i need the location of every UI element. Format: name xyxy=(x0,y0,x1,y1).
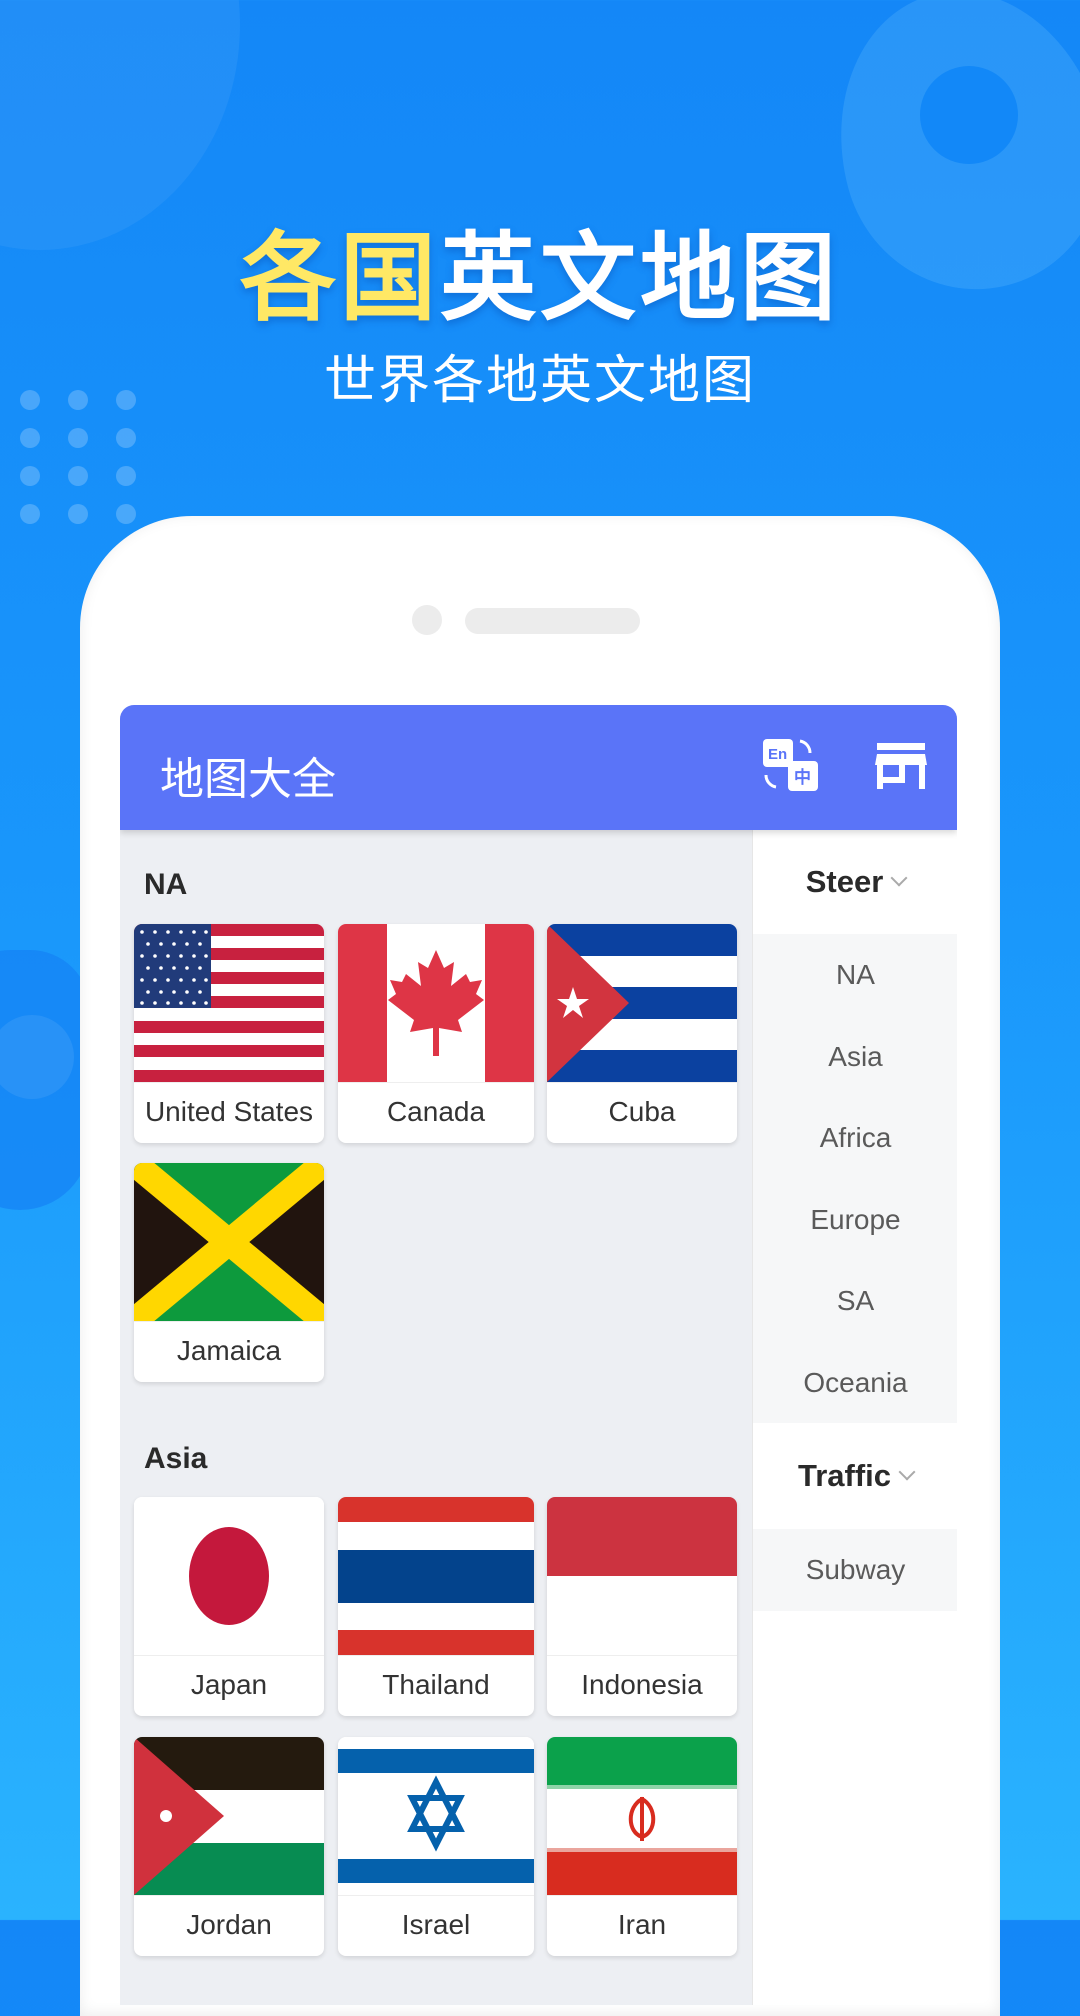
sidebar-item-europe[interactable]: Europe xyxy=(753,1178,957,1260)
sidebar-group-traffic[interactable]: Traffic xyxy=(753,1423,957,1529)
store-icon[interactable] xyxy=(875,743,927,789)
country-name: Jamaica xyxy=(134,1321,324,1382)
location-pin-hole-decoration xyxy=(920,66,1018,164)
sidebar-item-oceania[interactable]: Oceania xyxy=(753,1341,957,1423)
phone-camera xyxy=(412,605,442,635)
flag-canada-icon xyxy=(338,924,534,1082)
flag-iran-icon xyxy=(547,1737,737,1895)
sidebar-group-steer[interactable]: Steer xyxy=(753,830,957,934)
sidebar-item-africa[interactable]: Africa xyxy=(753,1097,957,1179)
country-card-jordan[interactable]: Jordan xyxy=(134,1737,324,1956)
sidebar-group-label: Traffic xyxy=(797,1458,892,1493)
translate-en-zh-icon[interactable]: En 中 xyxy=(762,737,822,795)
svg-text:中: 中 xyxy=(794,767,811,788)
chevron-down-icon xyxy=(898,1463,916,1481)
headline-accent-text: 各国 xyxy=(240,222,440,334)
country-name: Japan xyxy=(134,1655,324,1716)
flag-japan-icon xyxy=(134,1497,324,1655)
country-name: Jordan xyxy=(134,1895,324,1956)
country-card-canada[interactable]: Canada xyxy=(338,924,534,1143)
flag-israel-icon xyxy=(338,1737,534,1895)
app-screen: 地图大全 En 中 NA United States Canada Cuba J… xyxy=(120,705,957,2005)
chevron-down-icon xyxy=(890,869,908,887)
flag-thailand-icon xyxy=(338,1497,534,1655)
country-card-cuba[interactable]: Cuba xyxy=(547,924,737,1143)
flag-indonesia-icon xyxy=(547,1497,737,1655)
country-name: Indonesia xyxy=(547,1655,737,1716)
sidebar-item-subway[interactable]: Subway xyxy=(753,1529,957,1611)
phone-speaker xyxy=(465,608,640,634)
region-sidebar: Steer NA Asia Africa Europe SA Oceania T… xyxy=(752,830,957,2005)
flag-jamaica-icon xyxy=(134,1163,324,1321)
country-card-united-states[interactable]: United States xyxy=(134,924,324,1143)
country-list: NA United States Canada Cuba Jamaica Asi… xyxy=(120,830,752,2005)
svg-text:En: En xyxy=(768,746,787,763)
flag-us-icon xyxy=(134,924,324,1082)
promo-subheadline: 世界各地英文地图 xyxy=(323,351,756,411)
sidebar-item-sa[interactable]: SA xyxy=(753,1260,957,1342)
app-title: 地图大全 xyxy=(160,754,336,805)
country-name: Cuba xyxy=(547,1082,737,1143)
headline-text: 英文地图 xyxy=(440,222,840,334)
sidebar-group-label: Steer xyxy=(805,864,884,899)
section-heading-asia: Asia xyxy=(144,1442,208,1475)
country-name: United States xyxy=(134,1082,324,1143)
country-card-thailand[interactable]: Thailand xyxy=(338,1497,534,1716)
country-name: Iran xyxy=(547,1895,737,1956)
country-card-iran[interactable]: Iran xyxy=(547,1737,737,1956)
flag-jordan-icon xyxy=(134,1737,324,1895)
sidebar-item-na[interactable]: NA xyxy=(753,934,957,1016)
location-pin-decoration-left xyxy=(0,950,90,1210)
country-name: Canada xyxy=(338,1082,534,1143)
country-card-jamaica[interactable]: Jamaica xyxy=(134,1163,324,1382)
promo-headline: 各国英文地图 xyxy=(0,200,1080,339)
country-name: Thailand xyxy=(338,1655,534,1716)
country-card-japan[interactable]: Japan xyxy=(134,1497,324,1716)
country-card-israel[interactable]: Israel xyxy=(338,1737,534,1956)
app-bar: 地图大全 En 中 xyxy=(120,705,957,830)
flag-cuba-icon xyxy=(547,924,737,1082)
country-name: Israel xyxy=(338,1895,534,1956)
section-heading-na: NA xyxy=(144,868,188,901)
sidebar-item-asia[interactable]: Asia xyxy=(753,1015,957,1097)
location-pin-hole-decoration-left xyxy=(0,1015,74,1099)
country-card-indonesia[interactable]: Indonesia xyxy=(547,1497,737,1716)
